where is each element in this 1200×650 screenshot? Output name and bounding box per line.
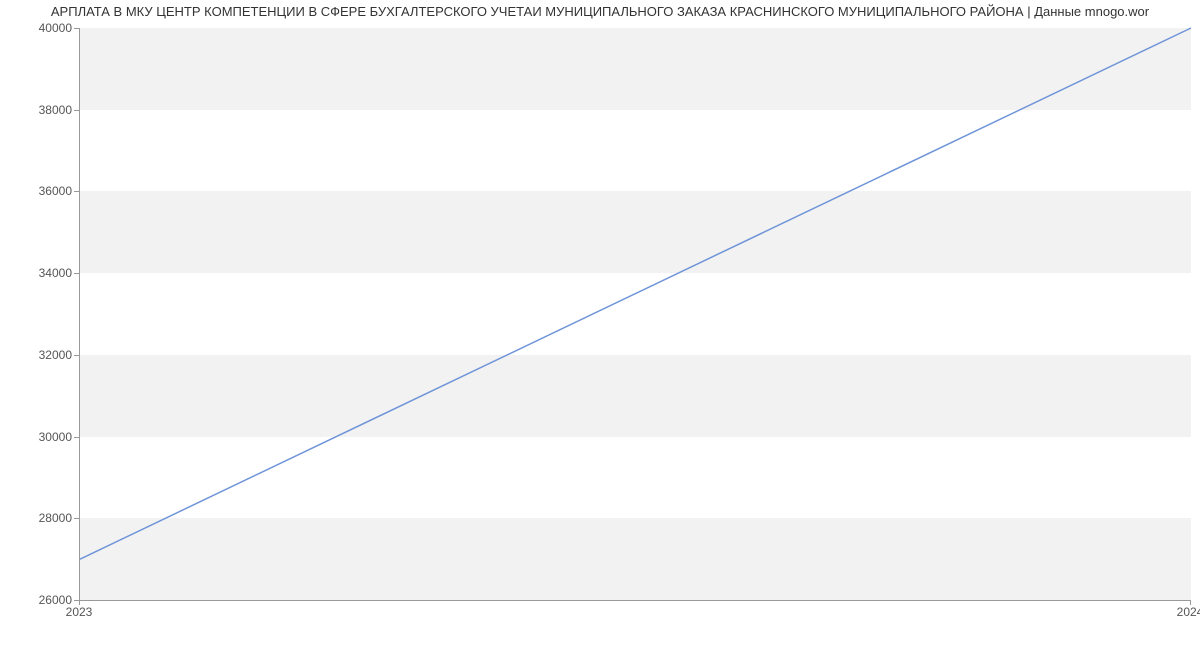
y-tick-mark (74, 518, 79, 519)
y-tick-mark (74, 28, 79, 29)
y-tick-label: 36000 (12, 184, 72, 198)
y-tick-label: 26000 (12, 593, 72, 607)
y-tick-label: 32000 (12, 348, 72, 362)
chart-title: АРПЛАТА В МКУ ЦЕНТР КОМПЕТЕНЦИИ В СФЕРЕ … (0, 4, 1200, 19)
x-tick-label: 2023 (66, 605, 93, 619)
x-tick-label: 2024 (1177, 605, 1200, 619)
data-line (80, 28, 1191, 600)
y-tick-mark (74, 355, 79, 356)
y-tick-label: 30000 (12, 430, 72, 444)
y-tick-mark (74, 437, 79, 438)
plot-area (79, 28, 1191, 601)
y-tick-label: 28000 (12, 511, 72, 525)
y-tick-mark (74, 273, 79, 274)
y-tick-label: 40000 (12, 21, 72, 35)
y-tick-label: 34000 (12, 266, 72, 280)
y-tick-mark (74, 110, 79, 111)
y-tick-mark (74, 191, 79, 192)
chart-container: АРПЛАТА В МКУ ЦЕНТР КОМПЕТЕНЦИИ В СФЕРЕ … (0, 0, 1200, 650)
y-tick-label: 38000 (12, 103, 72, 117)
